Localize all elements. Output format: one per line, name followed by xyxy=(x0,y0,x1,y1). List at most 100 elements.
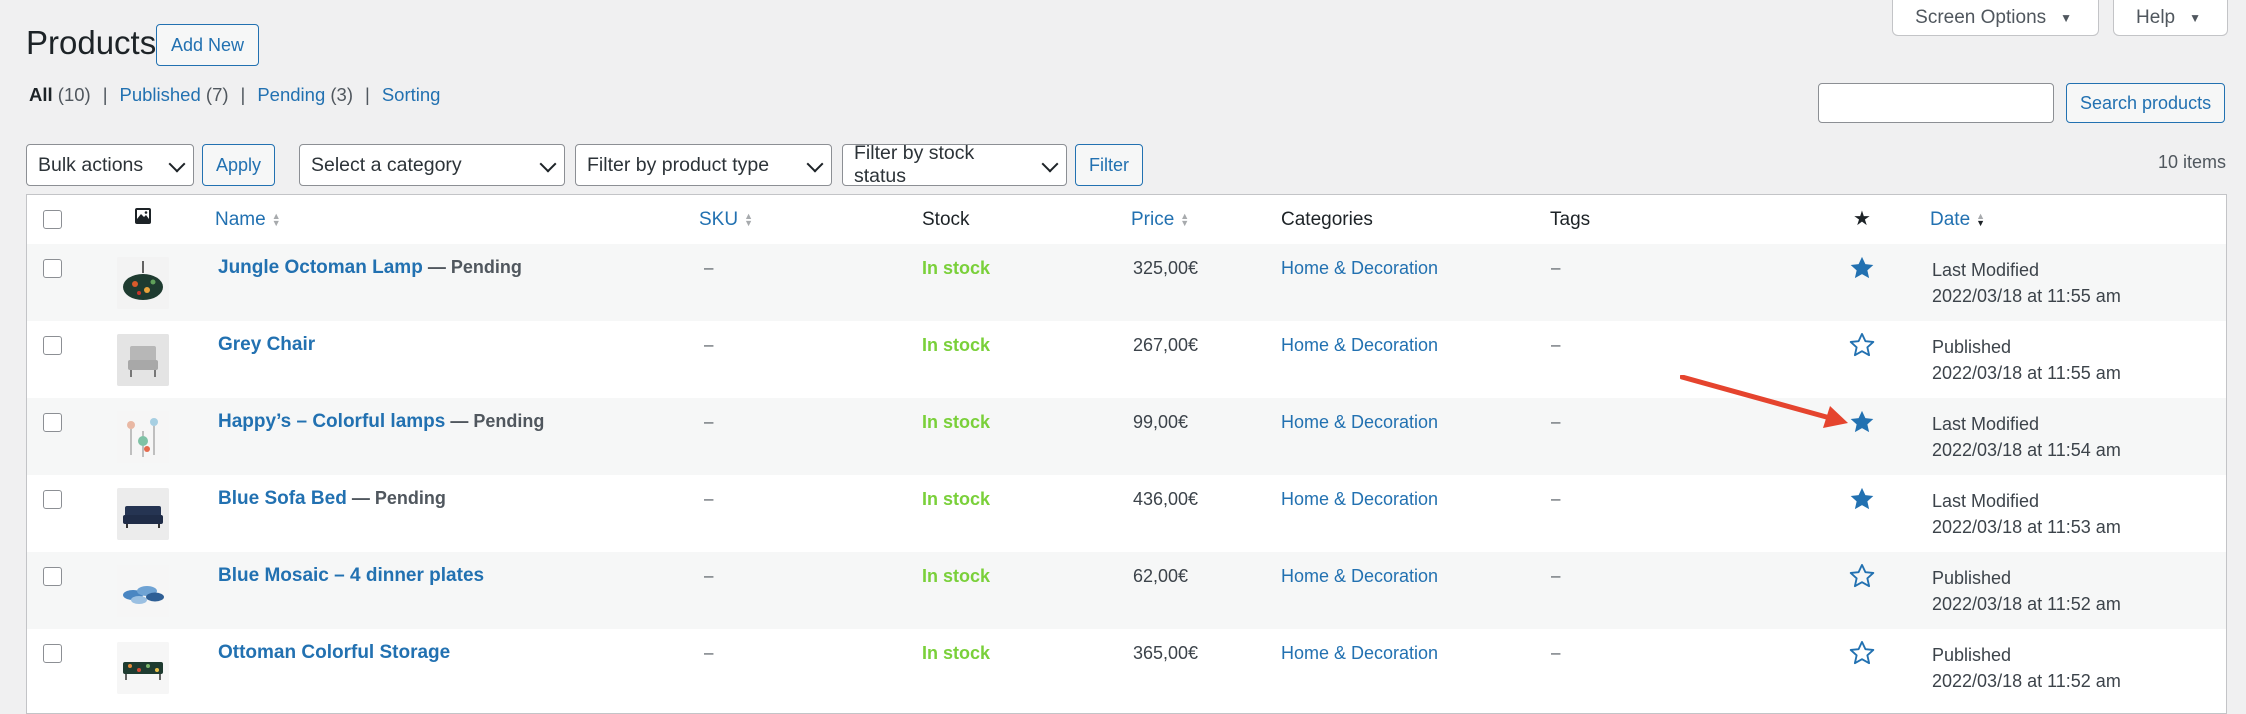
view-sorting[interactable]: Sorting xyxy=(382,84,441,106)
col-sku[interactable]: SKU ▲ ▼ xyxy=(699,209,753,231)
price-value: 267,00€ xyxy=(1133,335,1199,355)
sort-icon: ▲ ▼ xyxy=(744,210,753,228)
search-products-button[interactable]: Search products xyxy=(2066,83,2226,123)
view-pending[interactable]: Pending (3) xyxy=(257,84,353,106)
chevron-down-icon xyxy=(168,155,186,173)
select-all-checkbox[interactable] xyxy=(43,210,62,229)
product-name: Blue Sofa Bed — Pending xyxy=(218,488,446,510)
sku-value: – xyxy=(704,643,714,662)
sku-value: – xyxy=(704,335,714,354)
date-cell: Last Modified 2022/03/18 at 11:55 am xyxy=(1932,257,2121,309)
tags-value: – xyxy=(1551,258,1561,277)
row-checkbox[interactable] xyxy=(43,490,62,509)
category-link[interactable]: Home & Decoration xyxy=(1281,489,1438,510)
table-row: Happy’s – Colorful lamps — Pending – In … xyxy=(27,398,2226,475)
apply-button[interactable]: Apply xyxy=(202,144,276,186)
product-link[interactable]: Happy’s – Colorful lamps xyxy=(218,411,445,432)
separator: | xyxy=(102,84,108,105)
product-name: Happy’s – Colorful lamps — Pending xyxy=(218,411,544,433)
product-link[interactable]: Grey Chair xyxy=(218,334,315,355)
help-label: Help xyxy=(2136,6,2176,28)
help-toggle[interactable]: Help ▼ xyxy=(2113,0,2228,36)
product-thumbnail[interactable] xyxy=(117,334,169,386)
category-link[interactable]: Home & Decoration xyxy=(1281,258,1438,279)
featured-star-empty-icon[interactable] xyxy=(1848,331,1876,359)
separator: | xyxy=(365,84,370,105)
view-all-count: (10) xyxy=(57,84,91,105)
col-name-label: Name xyxy=(215,209,266,230)
featured-star-empty-icon[interactable] xyxy=(1848,562,1876,590)
items-count: 10 items xyxy=(2157,152,2226,172)
product-link[interactable]: Blue Sofa Bed xyxy=(218,488,347,509)
product-thumbnail[interactable] xyxy=(117,565,169,617)
filter-button[interactable]: Filter xyxy=(1075,144,1143,186)
product-thumbnail[interactable] xyxy=(117,488,169,540)
category-link[interactable]: Home & Decoration xyxy=(1281,643,1438,664)
search-input[interactable] xyxy=(1818,83,2054,123)
row-checkbox[interactable] xyxy=(43,413,62,432)
category-link[interactable]: Home & Decoration xyxy=(1281,412,1438,433)
price-value: 99,00€ xyxy=(1133,412,1189,432)
date-label: Last Modified xyxy=(1932,491,2040,511)
date-cell: Published 2022/03/18 at 11:52 am xyxy=(1932,565,2121,617)
date-label: Last Modified xyxy=(1932,260,2040,280)
screen-options-label: Screen Options xyxy=(1915,6,2047,28)
category-link[interactable]: Home & Decoration xyxy=(1281,335,1438,356)
view-published-count: (7) xyxy=(205,84,229,105)
date-cell: Last Modified 2022/03/18 at 11:54 am xyxy=(1932,411,2121,463)
row-checkbox[interactable] xyxy=(43,567,62,586)
featured-star-filled-icon[interactable] xyxy=(1848,485,1876,513)
tags-value: – xyxy=(1551,643,1561,662)
row-checkbox[interactable] xyxy=(43,259,62,278)
product-link[interactable]: Blue Mosaic – 4 dinner plates xyxy=(218,565,484,586)
col-date[interactable]: Date ▲ ▼ xyxy=(1930,209,1985,231)
view-all[interactable]: All (10) xyxy=(29,84,91,106)
featured-star-empty-icon[interactable] xyxy=(1848,639,1876,667)
table-row: Grey Chair – In stock 267,00€ Home & Dec… xyxy=(27,321,2226,398)
sku-value: – xyxy=(704,489,714,508)
tags-value: – xyxy=(1551,412,1561,431)
product-name: Ottoman Colorful Storage xyxy=(218,642,450,664)
row-checkbox[interactable] xyxy=(43,644,62,663)
category-select[interactable]: Select a category xyxy=(299,144,565,186)
view-published[interactable]: Published (7) xyxy=(120,84,229,106)
screen-meta: Screen Options ▼ Help ▼ xyxy=(1892,0,2228,36)
featured-star-filled-icon[interactable] xyxy=(1848,254,1876,282)
price-value: 62,00€ xyxy=(1133,566,1189,586)
row-checkbox[interactable] xyxy=(43,336,62,355)
stock-status: In stock xyxy=(922,335,991,355)
col-date-label: Date xyxy=(1930,209,1971,230)
product-thumbnail[interactable] xyxy=(117,257,169,309)
bulk-actions-value: Bulk actions xyxy=(38,153,144,176)
table-row: Blue Mosaic – 4 dinner plates – In stock… xyxy=(27,552,2226,629)
col-featured-star-icon: ★ xyxy=(1853,208,1871,230)
separator: | xyxy=(240,84,246,105)
chevron-down-icon xyxy=(1041,155,1059,173)
product-name: Jungle Octoman Lamp — Pending xyxy=(218,257,522,279)
product-link[interactable]: Jungle Octoman Lamp xyxy=(218,257,423,278)
caret-down-icon: ▼ xyxy=(2060,10,2073,25)
stock-status: In stock xyxy=(922,643,991,663)
status-views: All (10) | Published (7) | Pending (3) |… xyxy=(29,84,440,106)
product-thumbnail[interactable] xyxy=(117,642,169,694)
category-link[interactable]: Home & Decoration xyxy=(1281,566,1438,587)
sort-icon: ▲ ▼ xyxy=(1180,210,1190,228)
product-link[interactable]: Ottoman Colorful Storage xyxy=(218,642,450,663)
product-type-select[interactable]: Filter by product type xyxy=(575,144,832,186)
image-column-icon xyxy=(134,207,152,231)
table-row: Ottoman Colorful Storage – In stock 365,… xyxy=(27,629,2226,706)
date-value: 2022/03/18 at 11:53 am xyxy=(1932,517,2121,537)
table-row: Jungle Octoman Lamp — Pending – In stock… xyxy=(27,244,2226,321)
col-price[interactable]: Price ▲ ▼ xyxy=(1131,209,1189,231)
date-label: Last Modified xyxy=(1932,414,2040,434)
add-new-button[interactable]: Add New xyxy=(156,24,260,66)
bulk-actions-select[interactable]: Bulk actions xyxy=(26,144,194,186)
product-thumbnail[interactable] xyxy=(117,411,169,463)
date-cell: Last Modified 2022/03/18 at 11:53 am xyxy=(1932,488,2121,540)
stock-status-select[interactable]: Filter by stock status xyxy=(842,142,1067,187)
screen-options-toggle[interactable]: Screen Options ▼ xyxy=(1892,0,2100,36)
col-name[interactable]: Name ▲ ▼ xyxy=(215,209,281,231)
date-value: 2022/03/18 at 11:55 am xyxy=(1932,363,2121,383)
stock-status: In stock xyxy=(922,566,991,586)
product-type-value: Filter by product type xyxy=(587,153,770,176)
